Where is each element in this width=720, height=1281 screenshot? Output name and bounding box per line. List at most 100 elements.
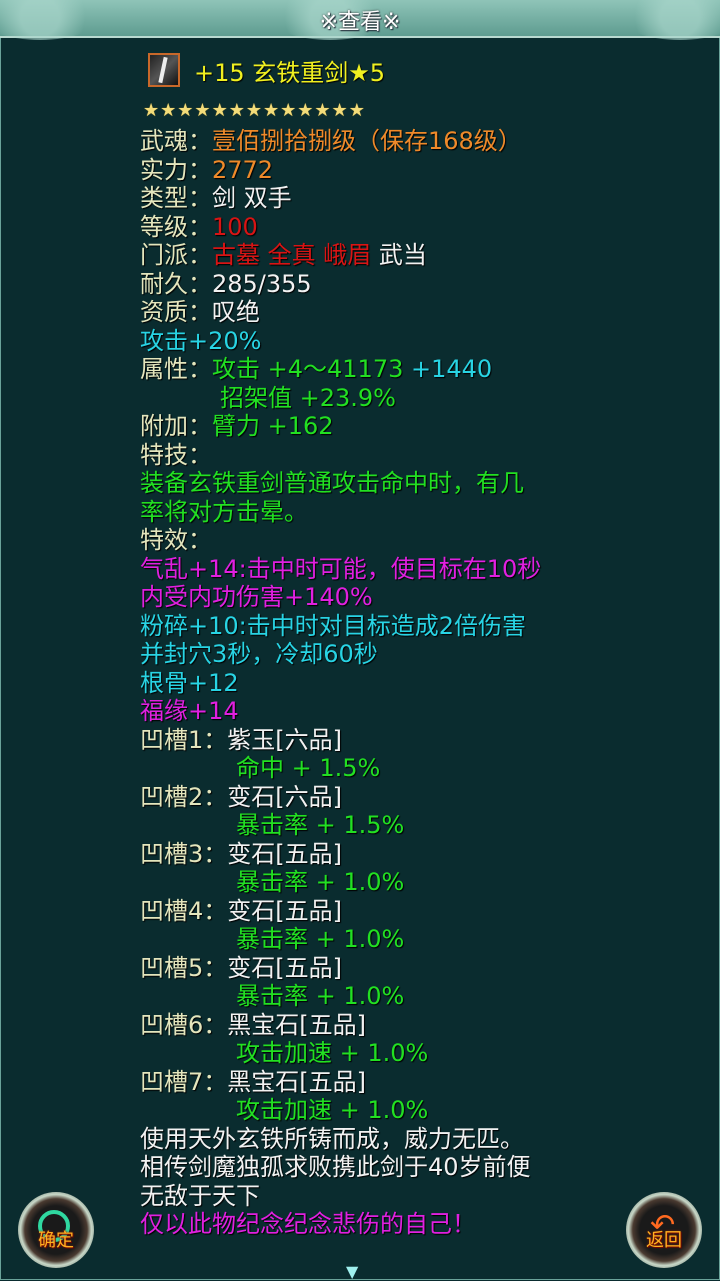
attribute-value: 攻击加速 + 1.0% (236, 1096, 429, 1124)
attribute-label: 实力： (140, 155, 212, 184)
attribute-label: 特技： (140, 440, 212, 469)
attribute-value: 叹绝 (212, 298, 260, 326)
attribute-label: 凹槽3： (140, 839, 228, 868)
star-icon: ★ (314, 100, 331, 121)
attribute-line: 暴击率 + 1.0% (140, 925, 600, 954)
attribute-value: +1440 (410, 355, 493, 383)
star-icon: ★ (177, 100, 194, 121)
star-icon: ★ (245, 100, 262, 121)
attribute-value: 攻击 +4～41173 (212, 355, 411, 383)
attribute-line: 特技： (140, 441, 600, 470)
attribute-line: 仅以此物纪念纪念悲伤的自己！ (140, 1210, 600, 1239)
star-icon: ★ (194, 100, 211, 121)
star-icon: ★ (262, 100, 280, 121)
attribute-line: 资质：叹绝 (140, 298, 600, 327)
attribute-label: 附加： (140, 412, 212, 440)
attribute-line: 使用天外玄铁所铸而成，威力无匹。 (140, 1125, 600, 1154)
attribute-line: 命中 + 1.5% (140, 754, 600, 783)
attribute-value: 剑 双手 (212, 184, 292, 212)
attribute-value: 2772 (212, 155, 274, 184)
attribute-value: 100 (212, 212, 258, 241)
attribute-value: 暴击率 + 1.0% (236, 925, 405, 953)
attribute-label: 凹槽2： (140, 782, 228, 811)
attribute-line: 类型：剑 双手 (140, 184, 600, 213)
item-name: +15 玄铁重剑★5 (194, 58, 386, 87)
attribute-value: 攻击加速 + 1.0% (236, 1039, 429, 1067)
attribute-line: 门派：古墓 全真 峨眉 武当 (140, 241, 600, 270)
star-icon: ★ (143, 100, 160, 121)
attribute-label: 特效： (140, 526, 212, 554)
attribute-line: 实力：2772 (140, 156, 600, 185)
attribute-value: 仅以此物纪念纪念悲伤的自己！ (140, 1210, 476, 1238)
attribute-value: 使用天外玄铁所铸而成，威力无匹。 (140, 1124, 524, 1153)
attribute-line: 凹槽4：变石[五品] (140, 897, 600, 926)
attribute-label: 等级： (140, 212, 212, 241)
attribute-value: 变石[五品] (227, 953, 343, 982)
attribute-value: 变石[六品] (227, 782, 343, 811)
attribute-value: 臂力 +162 (212, 412, 334, 440)
star-icon: ★ (211, 100, 228, 121)
attribute-label: 资质： (140, 298, 212, 326)
attribute-line: 气乱+14:击中时可能，使目标在10秒 (140, 555, 600, 584)
attribute-line: 无敌于天下 (140, 1182, 600, 1211)
attribute-value: 黑宝石[五品] (227, 1067, 367, 1096)
star-icon: ★ (280, 100, 297, 121)
attribute-value: 壹佰捌拾捌级（保存168级） (212, 127, 522, 155)
page-title: ※查看※ (319, 10, 401, 35)
header-bar: ※查看※ (0, 0, 720, 40)
attribute-value: 攻击+20% (140, 326, 262, 355)
attribute-line: 凹槽7：黑宝石[五品] (140, 1068, 600, 1097)
back-button[interactable]: ↶ 返回 (626, 1192, 702, 1268)
attribute-value: 暴击率 + 1.0% (236, 982, 405, 1010)
attribute-line: 凹槽3：变石[五品] (140, 840, 600, 869)
attribute-value: 紫玉[六品] (227, 725, 343, 754)
attribute-line: 等级：100 (140, 213, 600, 242)
attribute-line: 凹槽6：黑宝石[五品] (140, 1011, 600, 1040)
attribute-line: 暴击率 + 1.5% (140, 811, 600, 840)
attribute-label: 耐久： (140, 269, 212, 298)
attribute-line: 粉碎+10:击中时对目标造成2倍伤害 (140, 612, 600, 641)
attribute-line: 武魂：壹佰捌拾捌级（保存168级） (140, 127, 600, 156)
attribute-label: 凹槽4： (140, 896, 228, 925)
attribute-line: 攻击+20% (140, 327, 600, 356)
attribute-line: 攻击加速 + 1.0% (140, 1039, 600, 1068)
attribute-label: 属性： (140, 355, 212, 383)
attribute-line: 装备玄铁重剑普通攻击命中时，有几 (140, 469, 600, 498)
attribute-value: 装备玄铁重剑普通攻击命中时，有几 (140, 469, 524, 497)
confirm-label: 确定 (38, 1230, 74, 1251)
enhance-stars: ★ ★ ★ ★ ★ ★ ★ ★ ★ ★ ★ ★ ★ (143, 102, 365, 120)
attribute-value: 暴击率 + 1.0% (236, 868, 405, 896)
star-icon: ★ (297, 100, 314, 121)
attribute-line: 暴击率 + 1.0% (140, 868, 600, 897)
attribute-value: 285/355 (212, 269, 312, 298)
attribute-value: 古墓 全真 峨眉 (212, 241, 379, 269)
attribute-label: 凹槽5： (140, 953, 228, 982)
attribute-line: 攻击加速 + 1.0% (140, 1096, 600, 1125)
attribute-line: 凹槽5：变石[五品] (140, 954, 600, 983)
attribute-value: 命中 + 1.5% (236, 754, 381, 782)
attribute-line: 凹槽2：变石[六品] (140, 783, 600, 812)
star-icon: ★ (160, 100, 177, 121)
attribute-line: 相传剑魔独孤求败携此剑于40岁前便 (140, 1153, 600, 1182)
star-icon: ★ (228, 100, 245, 121)
item-attributes: 武魂：壹佰捌拾捌级（保存168级） 实力：2772 类型：剑 双手 等级：100 门派：… (140, 127, 600, 1239)
attribute-value: 相传剑魔独孤求败携此剑于40岁前便 (140, 1153, 531, 1181)
attribute-line: 暴击率 + 1.0% (140, 982, 600, 1011)
attribute-value: 变石[五品] (227, 839, 343, 868)
attribute-line: 特效： (140, 526, 600, 555)
attribute-line: 并封穴3秒，冷却60秒 (140, 640, 600, 669)
attribute-line: 属性：攻击 +4～41173 +1440 (140, 355, 600, 384)
attribute-value: 内受内功伤害+140% (140, 583, 373, 611)
attribute-value: 黑宝石[五品] (227, 1010, 367, 1039)
confirm-button[interactable]: 确定 (18, 1192, 94, 1268)
scroll-down-icon[interactable]: ▼ (346, 1262, 358, 1281)
attribute-value: 粉碎+10:击中时对目标造成2倍伤害 (140, 611, 527, 640)
attribute-value: 变石[五品] (227, 896, 343, 925)
attribute-label: 门派： (140, 241, 212, 269)
attribute-value: 无敌于天下 (140, 1181, 260, 1210)
attribute-value: 根骨+12 (140, 668, 239, 697)
attribute-line: 根骨+12 (140, 669, 600, 698)
attribute-line: 招架值 +23.9% (140, 384, 600, 413)
star-icon: ★ (331, 100, 348, 121)
sword-icon (148, 53, 180, 87)
